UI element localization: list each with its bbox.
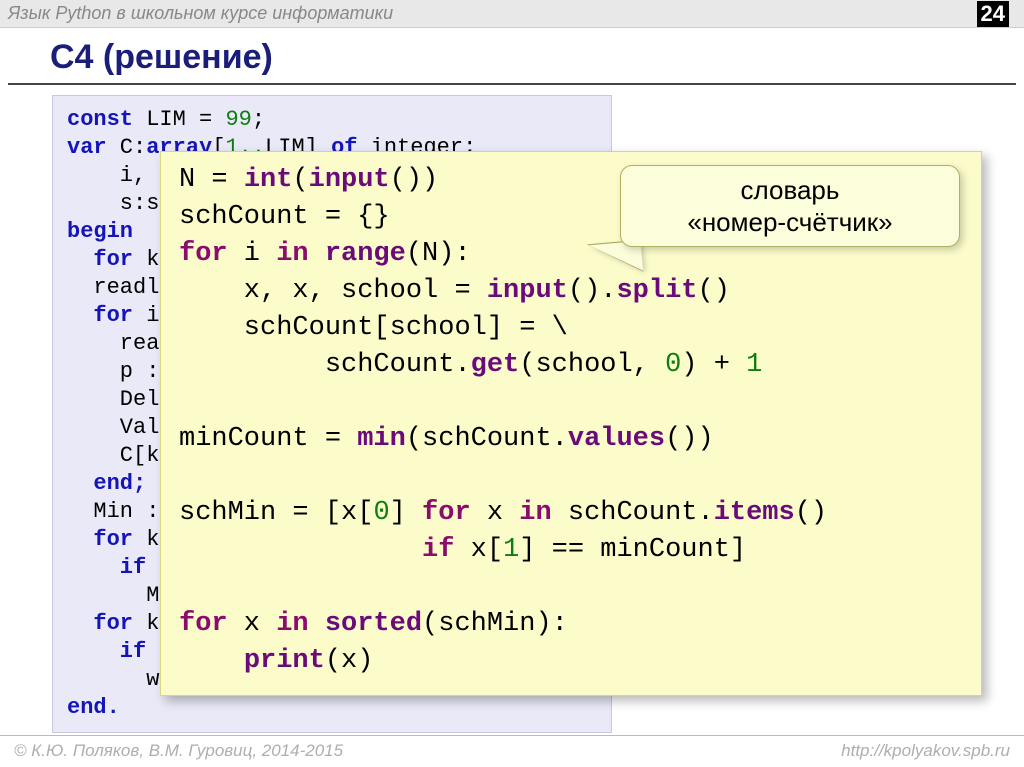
code-token: for bbox=[67, 303, 133, 328]
code-token: input bbox=[487, 276, 568, 306]
code-token: C: bbox=[107, 135, 147, 160]
code-token: get bbox=[471, 350, 520, 380]
code-token: print bbox=[244, 646, 325, 676]
code-token: for bbox=[179, 239, 228, 269]
code-token: if bbox=[67, 639, 146, 664]
code-token: p := bbox=[67, 359, 173, 384]
code-token: begin bbox=[67, 219, 133, 244]
footer-copyright: © К.Ю. Поляков, В.М. Гуровиц, 2014-2015 bbox=[14, 741, 343, 761]
callout-text: словарь «номер-счётчик» bbox=[687, 174, 892, 238]
code-token: end. bbox=[67, 695, 120, 720]
header-title: Язык Python в школьном курсе информатики bbox=[8, 3, 393, 24]
code-token: () bbox=[795, 498, 827, 528]
code-token: for bbox=[67, 247, 133, 272]
title-row: C4 (решение) bbox=[8, 28, 1016, 85]
code-token: LIM = bbox=[133, 107, 225, 132]
code-token: split bbox=[616, 276, 697, 306]
slide: Язык Python в школьном курсе информатики… bbox=[0, 0, 1024, 767]
code-token: values bbox=[568, 424, 665, 454]
code-token: x bbox=[228, 609, 277, 639]
callout-box: словарь «номер-счётчик» bbox=[620, 165, 960, 247]
code-token: 1 bbox=[746, 350, 762, 380]
code-token: sorted bbox=[325, 609, 422, 639]
code-token: wr bbox=[67, 667, 173, 692]
code-token: (school, bbox=[519, 350, 665, 380]
code-token: 99 bbox=[225, 107, 251, 132]
code-token: x, x, school = bbox=[179, 276, 487, 306]
code-token: ] bbox=[390, 498, 422, 528]
code-token: ) + bbox=[681, 350, 746, 380]
code-token: Val( bbox=[67, 415, 173, 440]
code-token: x[ bbox=[454, 535, 503, 565]
code-token: if bbox=[422, 535, 454, 565]
code-token: (). bbox=[568, 276, 617, 306]
code-token: Min := bbox=[67, 499, 173, 524]
code-token: 1 bbox=[503, 535, 519, 565]
code-token: for bbox=[67, 611, 133, 636]
code-token bbox=[309, 609, 325, 639]
code-token: end; bbox=[67, 471, 146, 496]
code-token: readln bbox=[67, 275, 173, 300]
code-token: for bbox=[422, 498, 471, 528]
code-token: items bbox=[714, 498, 795, 528]
code-token: x bbox=[471, 498, 520, 528]
footer: © К.Ю. Поляков, В.М. Гуровиц, 2014-2015 … bbox=[0, 735, 1024, 767]
code-token: input bbox=[309, 165, 390, 195]
code-token: var bbox=[67, 135, 107, 160]
footer-url: http://kpolyakov.spb.ru bbox=[841, 741, 1010, 761]
slide-title: C4 (решение) bbox=[50, 38, 1016, 77]
code-token: Mi bbox=[67, 583, 173, 608]
code-token: (schMin): bbox=[422, 609, 568, 639]
code-token: schMin = [x[ bbox=[179, 498, 373, 528]
code-token: N = bbox=[179, 165, 244, 195]
code-token: 0 bbox=[665, 350, 681, 380]
code-token: const bbox=[67, 107, 133, 132]
code-token: if bbox=[67, 555, 146, 580]
code-token: ] == minCount] bbox=[519, 535, 746, 565]
code-token: ()) bbox=[665, 424, 714, 454]
code-token bbox=[179, 646, 244, 676]
code-token: C[k] bbox=[67, 443, 173, 468]
code-token: schCount. bbox=[552, 498, 714, 528]
code-token: 0 bbox=[373, 498, 389, 528]
code-token: for bbox=[179, 609, 228, 639]
code-token bbox=[309, 239, 325, 269]
code-token: (schCount. bbox=[406, 424, 568, 454]
code-token: in bbox=[276, 609, 308, 639]
code-token: () bbox=[698, 276, 730, 306]
code-token bbox=[179, 535, 422, 565]
code-token: min bbox=[357, 424, 406, 454]
code-token: (N): bbox=[406, 239, 471, 269]
code-token: read bbox=[67, 331, 173, 356]
code-token: int bbox=[244, 165, 293, 195]
code-token: schCount[school] = \ bbox=[179, 313, 568, 343]
code-token: ; bbox=[252, 107, 265, 132]
code-token: ()) bbox=[390, 165, 439, 195]
code-token: i bbox=[228, 239, 277, 269]
code-token: minCount = bbox=[179, 424, 357, 454]
code-token: in bbox=[519, 498, 551, 528]
header-bar: Язык Python в школьном курсе информатики… bbox=[0, 0, 1024, 28]
code-token: schCount = {} bbox=[179, 202, 390, 232]
code-token: for bbox=[67, 527, 133, 552]
code-token: ( bbox=[292, 165, 308, 195]
page-number: 24 bbox=[977, 1, 1009, 27]
code-token: in bbox=[276, 239, 308, 269]
code-token: range bbox=[325, 239, 406, 269]
code-token: schCount. bbox=[179, 350, 471, 380]
code-token: (x) bbox=[325, 646, 374, 676]
code-token: Dele bbox=[67, 387, 173, 412]
